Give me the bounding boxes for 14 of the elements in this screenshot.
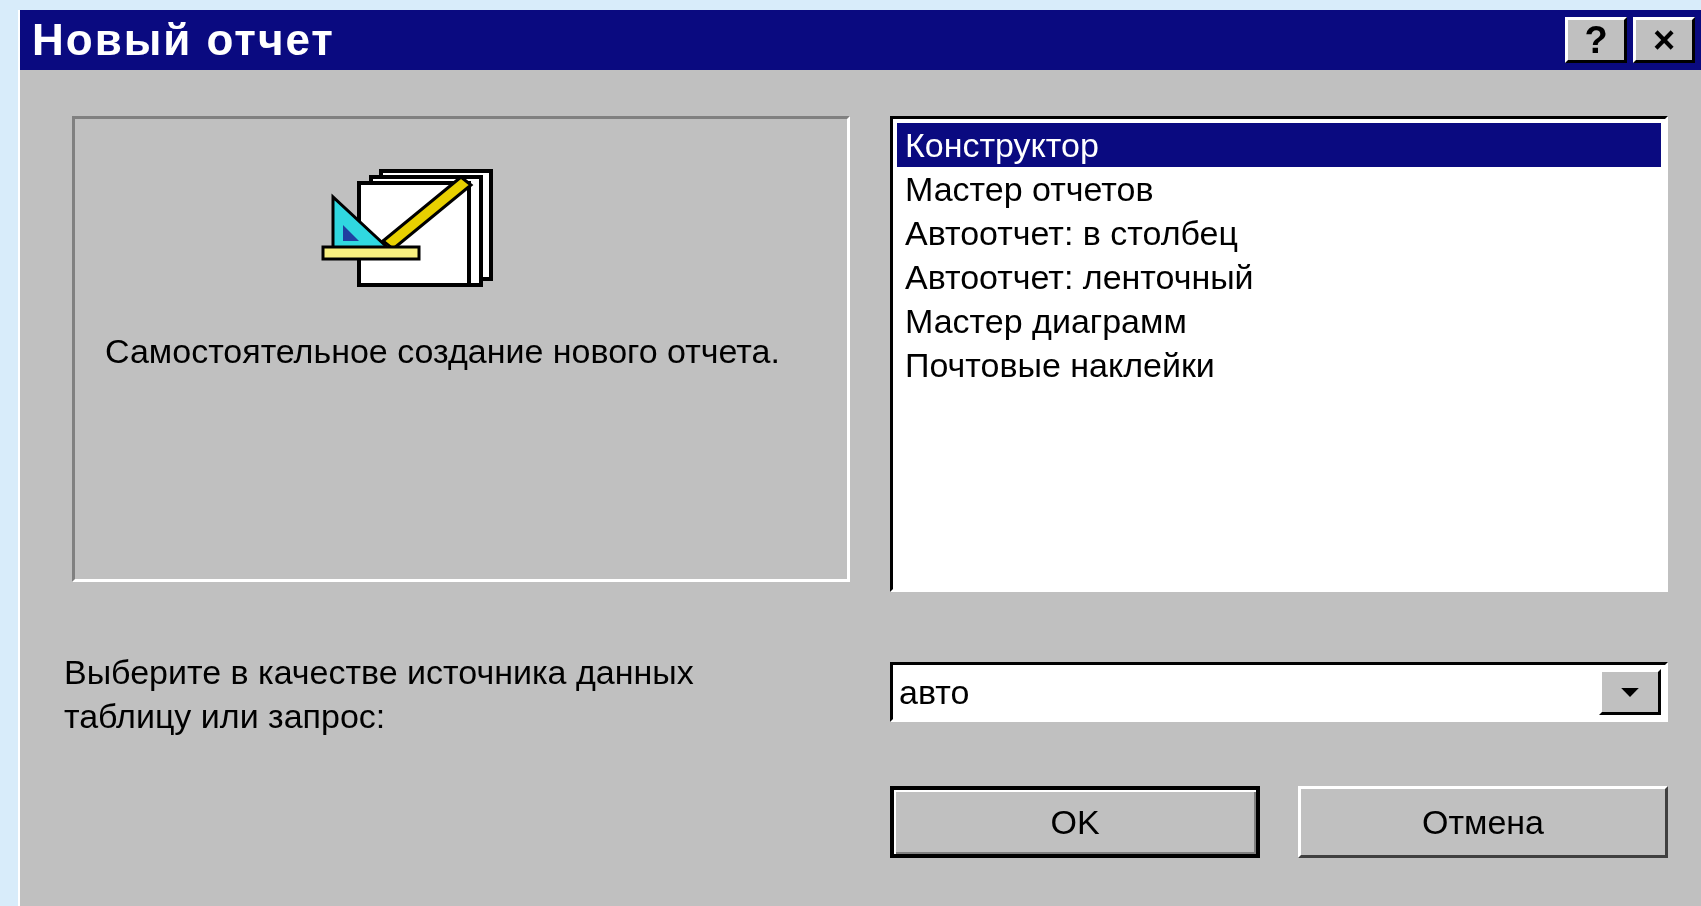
list-item[interactable]: Почтовые наклейки [897,343,1661,387]
cancel-button[interactable]: Отмена [1298,786,1668,858]
description-text: Самостоятельное создание нового отчета. [105,331,781,372]
close-button[interactable]: × [1633,17,1695,63]
list-item[interactable]: Автоотчет: в столбец [897,211,1661,255]
source-dropdown[interactable]: авто [890,662,1668,722]
source-label: Выберите в качестве источника данных таблицу или запрос: [64,652,695,737]
list-item[interactable]: Конструктор [897,123,1661,167]
list-item[interactable]: Мастер отчетов [897,167,1661,211]
help-button[interactable]: ? [1565,17,1627,63]
list-item[interactable]: Автоотчет: ленточный [897,255,1661,299]
window-title: Новый отчет [32,15,335,65]
list-item[interactable]: Мастер диаграмм [897,299,1661,343]
ok-button[interactable]: OK [890,786,1260,858]
